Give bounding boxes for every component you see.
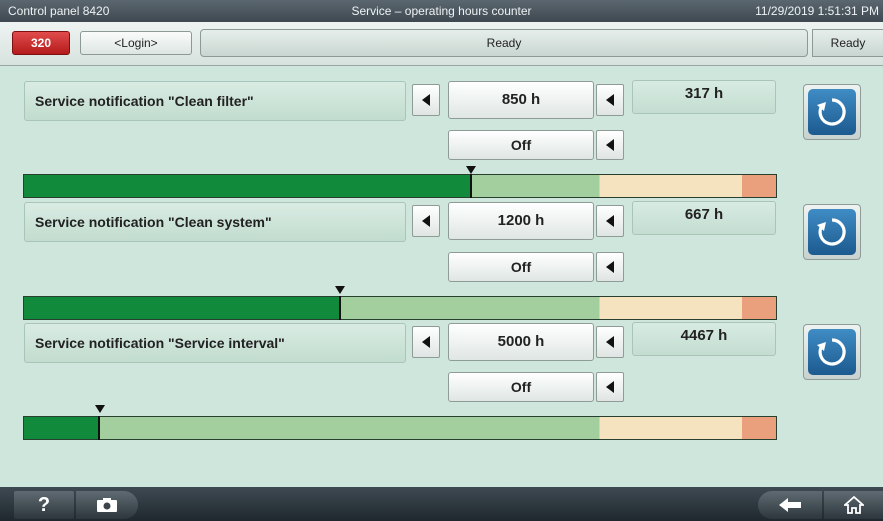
progress-fill <box>24 417 100 439</box>
home-icon <box>843 496 864 514</box>
progress-bar-clean-filter <box>23 174 777 198</box>
increase-interval-button[interactable] <box>596 84 624 116</box>
arrow-left-icon <box>606 94 614 106</box>
arrow-left-icon <box>606 381 614 393</box>
progress-fill <box>24 175 471 197</box>
status-message: Ready <box>200 29 808 57</box>
progress-needle <box>98 416 101 440</box>
bottom-nav-bar: ? <box>0 487 883 521</box>
arrow-left-icon <box>606 336 614 348</box>
mode-toggle-service-interval[interactable]: Off <box>448 372 594 402</box>
status-indicator: Ready <box>812 29 883 57</box>
progress-bar-service-interval <box>23 416 777 440</box>
progress-marker <box>335 286 345 294</box>
help-button[interactable]: ? <box>14 491 74 519</box>
remaining-hours-service-interval: 4467 h <box>632 322 776 356</box>
remaining-hours-clean-system: 667 h <box>632 201 776 235</box>
decrease-interval-button[interactable] <box>412 205 440 237</box>
mode-arrow-button[interactable] <box>596 252 624 282</box>
mode-toggle-clean-filter[interactable]: Off <box>448 130 594 160</box>
progress-marker <box>466 166 476 174</box>
reset-button-service-interval[interactable] <box>803 324 861 380</box>
screenshot-button[interactable] <box>76 491 138 519</box>
arrow-left-icon <box>422 94 430 106</box>
arrow-left-icon <box>606 139 614 151</box>
mode-arrow-button[interactable] <box>596 130 624 160</box>
reset-icon <box>817 338 846 366</box>
datetime: 11/29/2019 1:51:31 PM <box>755 4 879 18</box>
status-bar: 320 <Login> Ready Ready <box>0 22 883 66</box>
reset-icon <box>817 218 846 246</box>
notification-label-clean-filter: Service notification "Clean filter" <box>24 81 406 121</box>
mode-arrow-button[interactable] <box>596 372 624 402</box>
decrease-interval-button[interactable] <box>412 326 440 358</box>
interval-value-service-interval[interactable]: 5000 h <box>448 323 594 361</box>
progress-bar-clean-system <box>23 296 777 320</box>
arrow-left-icon <box>606 261 614 273</box>
arrow-left-icon <box>422 215 430 227</box>
progress-needle <box>469 174 472 198</box>
title-bar: Control panel 8420 Service – operating h… <box>0 0 883 22</box>
increase-interval-button[interactable] <box>596 326 624 358</box>
arrow-left-icon <box>606 215 614 227</box>
increase-interval-button[interactable] <box>596 205 624 237</box>
progress-marker <box>95 405 105 413</box>
interval-value-clean-system[interactable]: 1200 h <box>448 202 594 240</box>
mode-toggle-clean-system[interactable]: Off <box>448 252 594 282</box>
back-button[interactable] <box>758 491 822 519</box>
screen-title: Service – operating hours counter <box>351 4 532 18</box>
notification-label-service-interval: Service notification "Service interval" <box>24 323 406 363</box>
help-icon: ? <box>37 494 51 516</box>
decrease-interval-button[interactable] <box>412 84 440 116</box>
home-button[interactable] <box>824 491 883 519</box>
error-count-badge[interactable]: 320 <box>12 31 70 55</box>
login-button[interactable]: <Login> <box>80 31 192 55</box>
camera-icon <box>97 498 117 512</box>
progress-fill <box>24 297 340 319</box>
remaining-hours-clean-filter: 317 h <box>632 80 776 114</box>
back-arrow-icon <box>779 498 801 512</box>
notification-label-clean-system: Service notification "Clean system" <box>24 202 406 242</box>
progress-needle <box>338 296 341 320</box>
arrow-left-icon <box>422 336 430 348</box>
reset-button-clean-filter[interactable] <box>803 84 861 140</box>
reset-button-clean-system[interactable] <box>803 204 861 260</box>
interval-value-clean-filter[interactable]: 850 h <box>448 81 594 119</box>
reset-icon <box>817 98 846 126</box>
